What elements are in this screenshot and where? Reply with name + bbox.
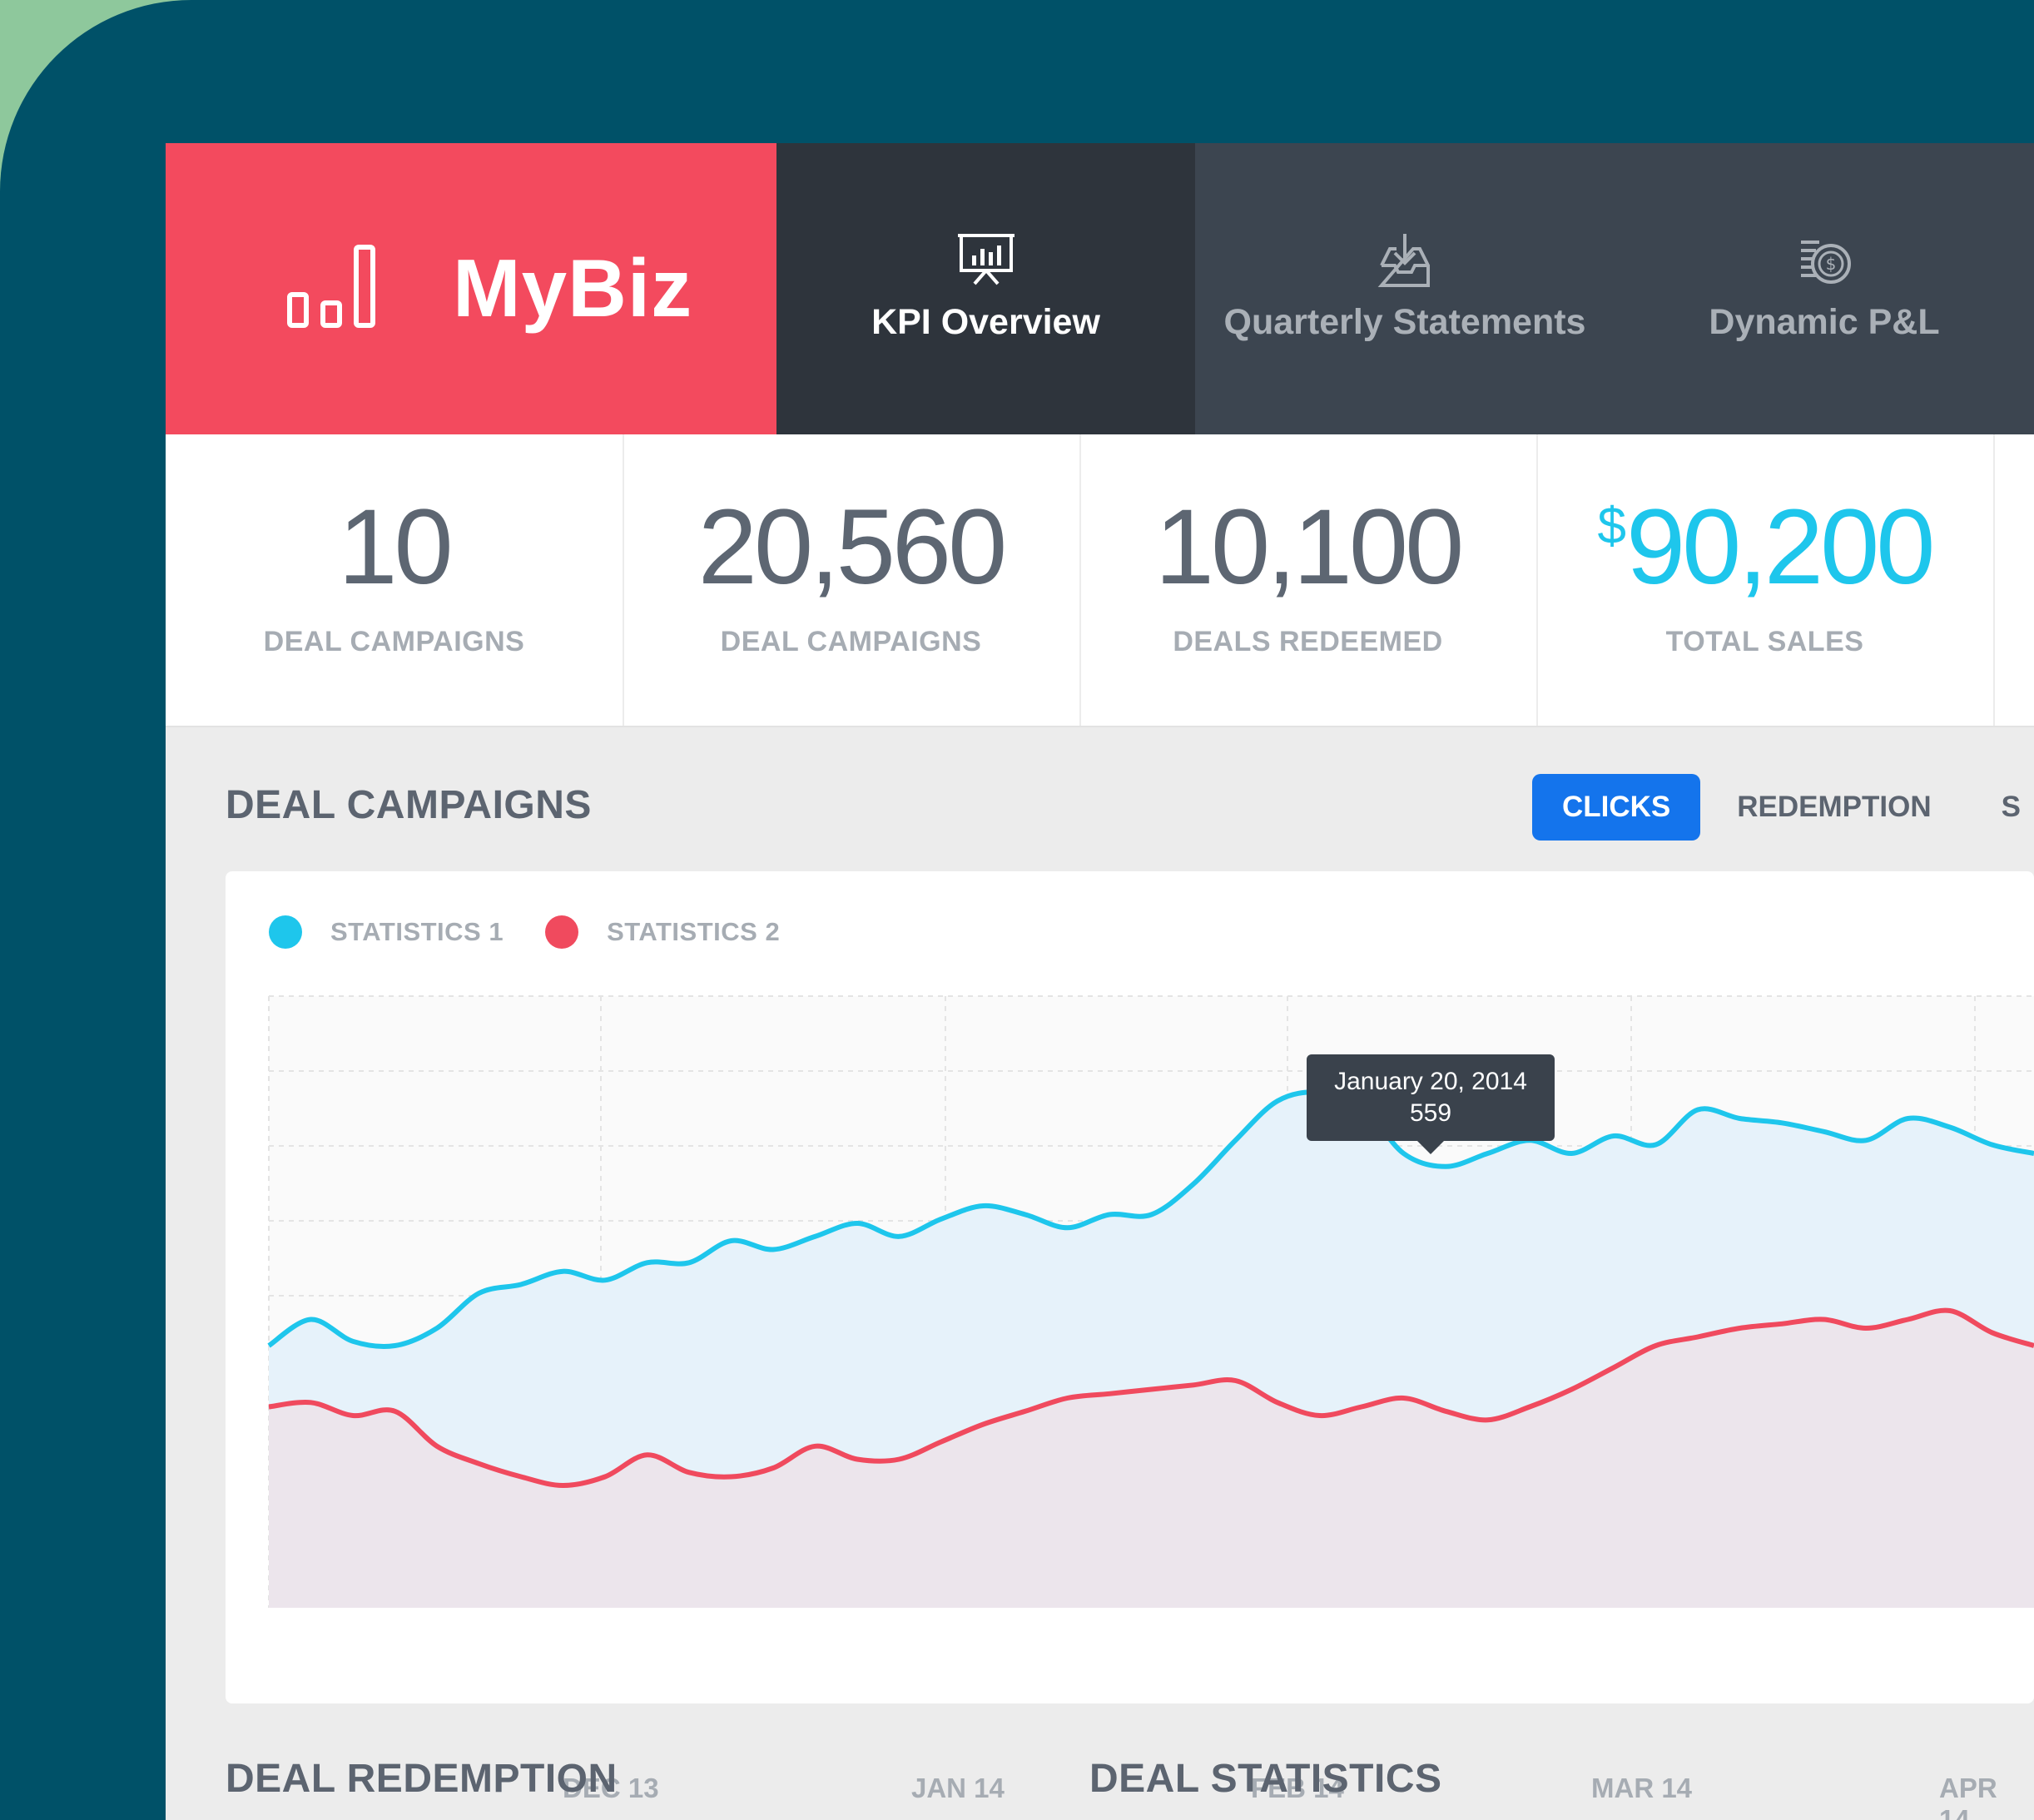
- inbox-download-icon: [1377, 234, 1430, 287]
- presentation-chart-icon: [957, 234, 1015, 285]
- tab-dynamic-pl[interactable]: $ Dynamic P&L: [1615, 143, 2034, 434]
- stat-deals-redeemed: 10,100 DEALS REDEEMED: [1079, 434, 1538, 726]
- bar-chart-logo-icon: [287, 245, 375, 328]
- app-screen: MyBiz KPI Overview Quarterly Statements …: [166, 143, 2034, 1820]
- x-tick-label: JAN 14: [911, 1773, 1005, 1803]
- stat-value: 10: [338, 488, 453, 607]
- statistics-button-partial[interactable]: S: [1968, 774, 2021, 841]
- top-navbar: MyBiz KPI Overview Quarterly Statements …: [166, 143, 2034, 434]
- stat-label: DEALS REDEEMED: [1173, 626, 1443, 657]
- tooltip-date: January 20, 2014: [1334, 1068, 1527, 1095]
- brand-block[interactable]: MyBiz: [166, 143, 776, 434]
- tooltip-value: 559: [1409, 1099, 1452, 1127]
- redemption-button[interactable]: REDEMPTION: [1700, 774, 1967, 841]
- device-frame: MyBiz KPI Overview Quarterly Statements …: [0, 0, 2034, 1820]
- line-chart[interactable]: [226, 871, 2034, 1703]
- stat-value: 20,560: [697, 488, 1008, 607]
- stat-number: 90,200: [1625, 488, 1935, 607]
- stat-deal-campaigns-count: 20,560 DEAL CAMPAIGNS: [623, 434, 1081, 726]
- stat-total-sales: $90,200 TOTAL SALES: [1536, 434, 1995, 726]
- tab-kpi-overview[interactable]: KPI Overview: [776, 143, 1195, 434]
- stat-label: DEAL CAMPAIGNS: [263, 626, 525, 657]
- stat-value: 10,100: [1154, 488, 1465, 607]
- stat-value: $90,200: [1536, 494, 1993, 601]
- kpi-stats-bar: 10 DEAL CAMPAIGNS 20,560 DEAL CAMPAIGNS …: [166, 434, 2034, 727]
- chart-tooltip: January 20, 2014 559: [1307, 1054, 1555, 1154]
- deal-redemption-title: DEAL REDEMPTION: [226, 1757, 618, 1801]
- tab-label: Quarterly Statements: [1223, 302, 1586, 342]
- deal-statistics-title: DEAL STATISTICS: [1089, 1757, 1442, 1801]
- stat-deal-campaigns: 10 DEAL CAMPAIGNS: [166, 434, 624, 726]
- stat-label: TOTAL SALES: [1665, 626, 1864, 657]
- coins-dollar-icon: $: [1801, 241, 1851, 284]
- deal-campaigns-chart-card: STATISTICS 1 STATISTICS 2 January 20, 20…: [226, 871, 2034, 1703]
- brand-name: MyBiz: [453, 242, 693, 334]
- tab-label: Dynamic P&L: [1709, 302, 1940, 342]
- currency-symbol: $: [1597, 498, 1626, 555]
- stat-label: DEAL CAMPAIGNS: [720, 626, 982, 657]
- tab-quarterly-statements[interactable]: Quarterly Statements: [1195, 143, 1615, 434]
- clicks-button[interactable]: CLICKS: [1532, 774, 1701, 841]
- x-tick-label: MAR 14: [1591, 1773, 1693, 1803]
- metric-toggle: CLICKS REDEMPTION S: [1532, 774, 2021, 841]
- svg-text:$: $: [1826, 254, 1837, 274]
- tab-label: KPI Overview: [871, 302, 1100, 342]
- deal-campaigns-title: DEAL CAMPAIGNS: [226, 783, 592, 827]
- x-tick-label: APR 14: [1939, 1773, 1997, 1820]
